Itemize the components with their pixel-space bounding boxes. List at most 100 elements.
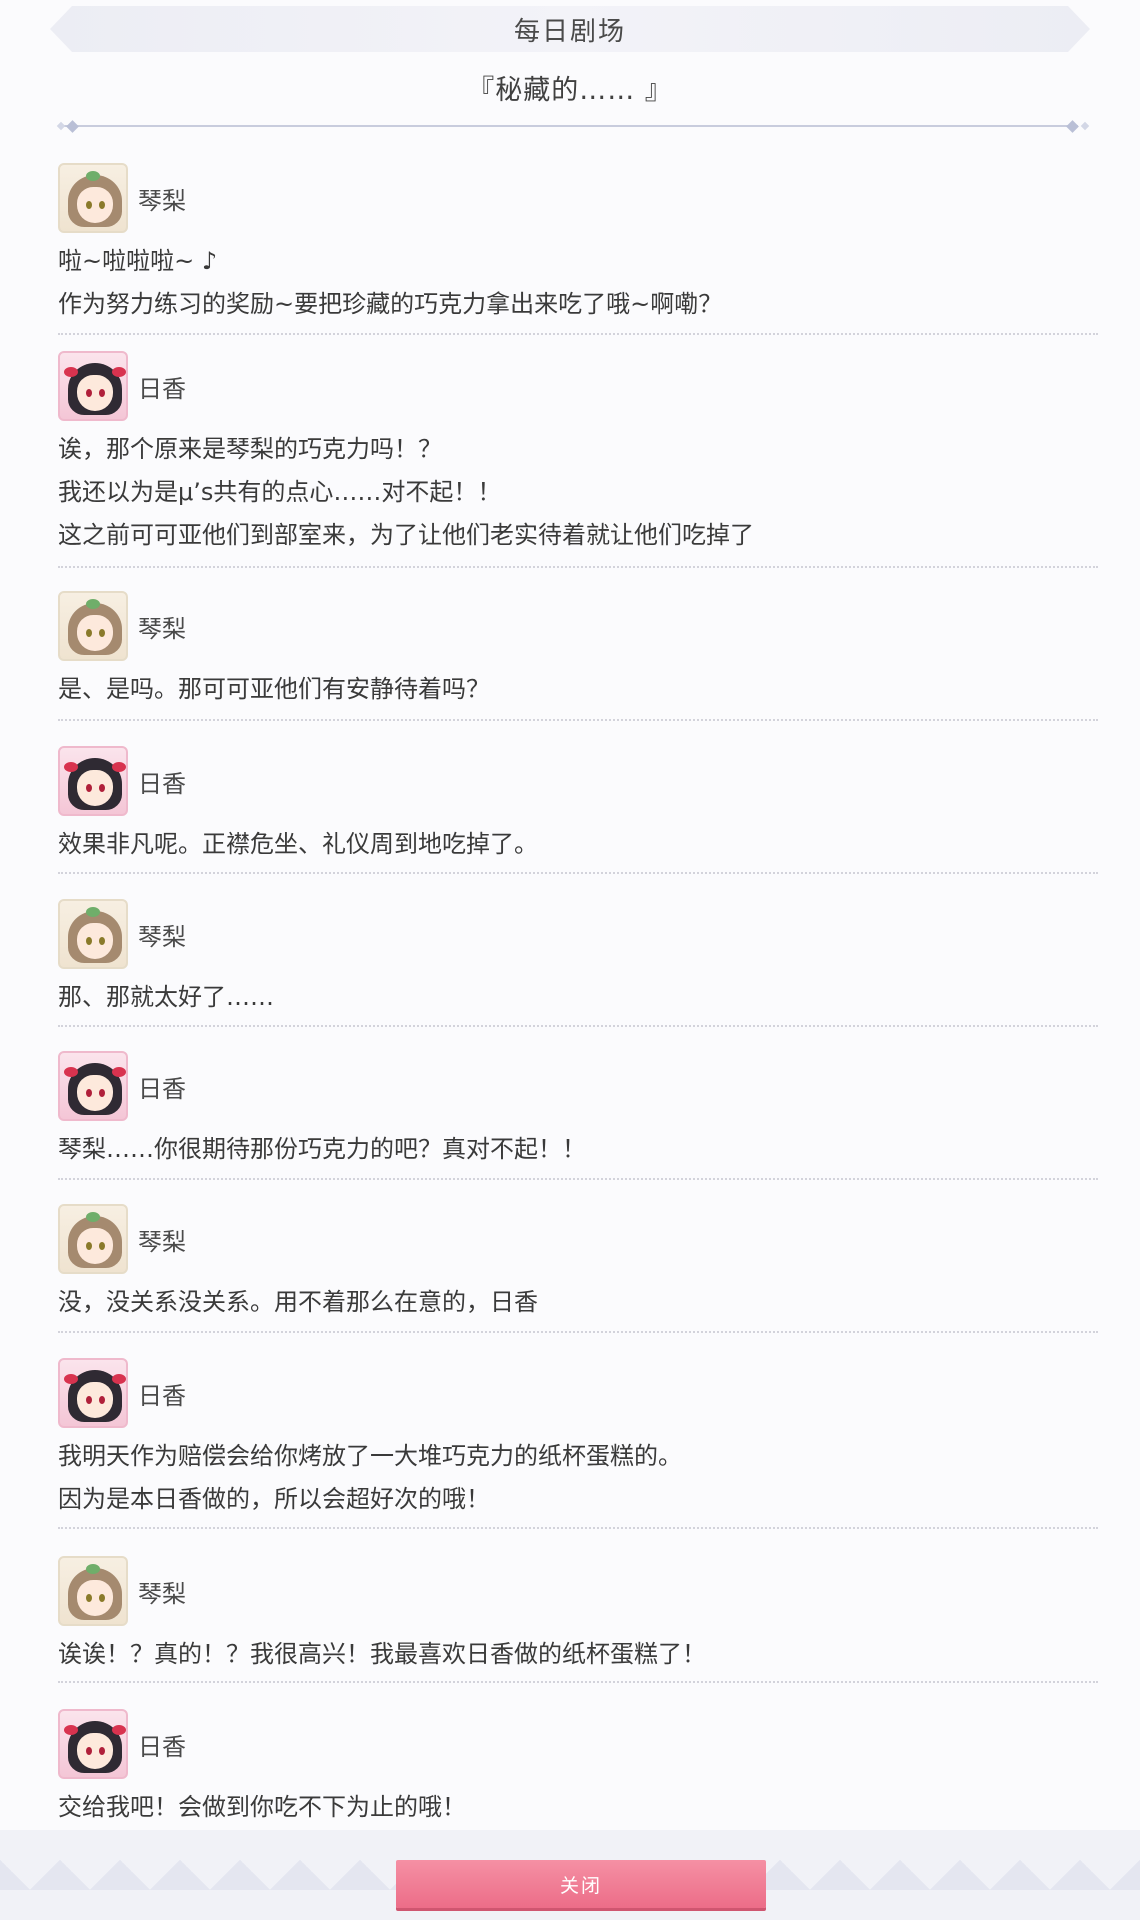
- dotted-separator: [58, 719, 1098, 721]
- dialogue-lines: 诶诶！？真的！？我很高兴！我最喜欢日香做的纸杯蛋糕了！: [58, 1633, 1098, 1676]
- speaker-row: 琴梨: [58, 590, 1098, 662]
- avatar-face: [77, 1228, 113, 1264]
- dialogue-entry: 日香琴梨……你很期待那份巧克力的吧？真对不起！！: [58, 1050, 1098, 1171]
- speaker-name: 琴梨: [138, 922, 186, 951]
- speaker-row: 琴梨: [58, 1203, 1098, 1275]
- avatar-face: [77, 375, 113, 411]
- dialogue-line: 效果非凡呢。正襟危坐、礼仪周到地吃掉了。: [58, 830, 538, 858]
- speaker-row: 日香: [58, 745, 1098, 817]
- kotori-avatar: [58, 899, 128, 969]
- dialogue-lines: 效果非凡呢。正襟危坐、礼仪周到地吃掉了。: [58, 823, 1098, 866]
- ribbon-icon: [86, 1212, 100, 1222]
- avatar-eye: [86, 201, 92, 209]
- ribbon-icon: [64, 1067, 78, 1077]
- kotori-avatar: [58, 163, 128, 233]
- speaker-name: 日香: [138, 769, 186, 798]
- ribbon-icon: [112, 367, 126, 377]
- ribbon-icon: [112, 762, 126, 772]
- nico-avatar: [58, 1709, 128, 1779]
- daily-theater-panel: 每日剧场 『秘藏的…… 』 琴梨 啦~啦啦啦~ ♪ 作为努力练习的奖励~要把珍藏的巧…: [0, 0, 1140, 1920]
- avatar-eye: [86, 389, 92, 397]
- speaker-name: 琴梨: [138, 1227, 186, 1256]
- dialogue-line: 我明天作为赔偿会给你烤放了一大堆巧克力的纸杯蛋糕的。: [58, 1442, 682, 1470]
- avatar-face: [77, 187, 113, 223]
- avatar-eye: [99, 1594, 105, 1602]
- dialogue-entry: 日香 我明天作为赔偿会给你烤放了一大堆巧克力的纸杯蛋糕的。 因为是本日香做的，所以会…: [58, 1357, 1098, 1521]
- dialogue-line: 诶，那个原来是琴梨的巧克力吗！？: [58, 435, 442, 463]
- dialogue-line: 是、是吗。那可可亚他们有安静待着吗？: [58, 675, 490, 703]
- avatar-eye: [99, 1396, 105, 1404]
- speaker-row: 琴梨: [58, 1555, 1098, 1627]
- kotori-avatar: [58, 1204, 128, 1274]
- ribbon-icon: [64, 762, 78, 772]
- ribbon-icon: [86, 171, 100, 181]
- dialogue-lines: 诶，那个原来是琴梨的巧克力吗！？ 我还以为是μ’s共有的点心……对不起！！ 这之前可…: [58, 428, 1098, 557]
- speaker-row: 日香: [58, 350, 1098, 422]
- nico-avatar: [58, 351, 128, 421]
- speaker-name: 琴梨: [138, 614, 186, 643]
- dotted-separator: [58, 1331, 1098, 1333]
- avatar-eye: [99, 937, 105, 945]
- speaker-row: 琴梨: [58, 898, 1098, 970]
- ribbon-icon: [64, 367, 78, 377]
- dialogue-line: 因为是本日香做的，所以会超好次的哦！: [58, 1485, 490, 1513]
- dialogue-entry: 日香效果非凡呢。正襟危坐、礼仪周到地吃掉了。: [58, 745, 1098, 866]
- dotted-separator: [58, 872, 1098, 874]
- speaker-name: 日香: [138, 374, 186, 403]
- avatar-eye: [86, 1242, 92, 1250]
- dotted-separator: [58, 333, 1098, 335]
- divider-ornament-icon: [66, 120, 79, 133]
- dialogue-line: 啦~啦啦啦~ ♪: [58, 247, 218, 275]
- ribbon-icon: [64, 1725, 78, 1735]
- dialogue-lines: 我明天作为赔偿会给你烤放了一大堆巧克力的纸杯蛋糕的。 因为是本日香做的，所以会超好…: [58, 1435, 1098, 1521]
- ribbon-icon: [86, 907, 100, 917]
- ribbon-icon: [112, 1374, 126, 1384]
- avatar-eye: [86, 937, 92, 945]
- dialogue-entry: 琴梨是、是吗。那可可亚他们有安静待着吗？: [58, 590, 1098, 711]
- dialogue-line: 我还以为是μ’s共有的点心……对不起！！: [58, 478, 502, 506]
- close-button[interactable]: 关闭: [396, 1860, 766, 1908]
- dialogue-lines: 啦~啦啦啦~ ♪ 作为努力练习的奖励~要把珍藏的巧克力拿出来吃了哦~啊嘞？: [58, 240, 1098, 326]
- dialogue-lines: 琴梨……你很期待那份巧克力的吧？真对不起！！: [58, 1128, 1098, 1171]
- avatar-face: [77, 770, 113, 806]
- avatar-eye: [86, 784, 92, 792]
- dialogue-entry: 琴梨没，没关系没关系。用不着那么在意的，日香: [58, 1203, 1098, 1324]
- dialogue-line: 作为努力练习的奖励~要把珍藏的巧克力拿出来吃了哦~啊嘞？: [58, 290, 723, 318]
- avatar-face: [77, 1075, 113, 1111]
- dialogue-line: 那、那就太好了……: [58, 983, 274, 1011]
- speaker-row: 琴梨: [58, 162, 1098, 234]
- avatar-eye: [86, 629, 92, 637]
- divider-ornament-icon: [1066, 120, 1079, 133]
- ribbon-icon: [112, 1725, 126, 1735]
- speaker-name: 日香: [138, 1732, 186, 1761]
- avatar-eye: [99, 201, 105, 209]
- dialogue-line: 这之前可可亚他们到部室来，为了让他们老实待着就让他们吃掉了: [58, 521, 754, 549]
- avatar-face: [77, 615, 113, 651]
- dotted-separator: [58, 1681, 1098, 1683]
- episode-subtitle: 『秘藏的…… 』: [467, 75, 673, 106]
- nico-avatar: [58, 1358, 128, 1428]
- avatar-eye: [99, 784, 105, 792]
- dialogue-lines: 是、是吗。那可可亚他们有安静待着吗？: [58, 668, 1098, 711]
- title-banner: 每日剧场: [50, 6, 1090, 52]
- page-title: 每日剧场: [513, 16, 626, 47]
- dialogue-line: 没，没关系没关系。用不着那么在意的，日香: [58, 1288, 538, 1316]
- dotted-separator: [58, 1527, 1098, 1529]
- dotted-separator: [58, 1025, 1098, 1027]
- ribbon-icon: [112, 1067, 126, 1077]
- dialogue-entry: 琴梨那、那就太好了……: [58, 898, 1098, 1019]
- avatar-face: [77, 1382, 113, 1418]
- kotori-avatar: [58, 591, 128, 661]
- speaker-row: 日香: [58, 1357, 1098, 1429]
- dialogue-entry: 琴梨诶诶！？真的！？我很高兴！我最喜欢日香做的纸杯蛋糕了！: [58, 1555, 1098, 1676]
- avatar-eye: [99, 1089, 105, 1097]
- nico-avatar: [58, 746, 128, 816]
- speaker-row: 日香: [58, 1050, 1098, 1122]
- avatar-eye: [86, 1396, 92, 1404]
- avatar-eye: [99, 389, 105, 397]
- title-divider: [62, 125, 1078, 127]
- dialogue-lines: 那、那就太好了……: [58, 976, 1098, 1019]
- speaker-name: 琴梨: [138, 186, 186, 215]
- dialogue-lines: 没，没关系没关系。用不着那么在意的，日香: [58, 1281, 1098, 1324]
- dotted-separator: [58, 1178, 1098, 1180]
